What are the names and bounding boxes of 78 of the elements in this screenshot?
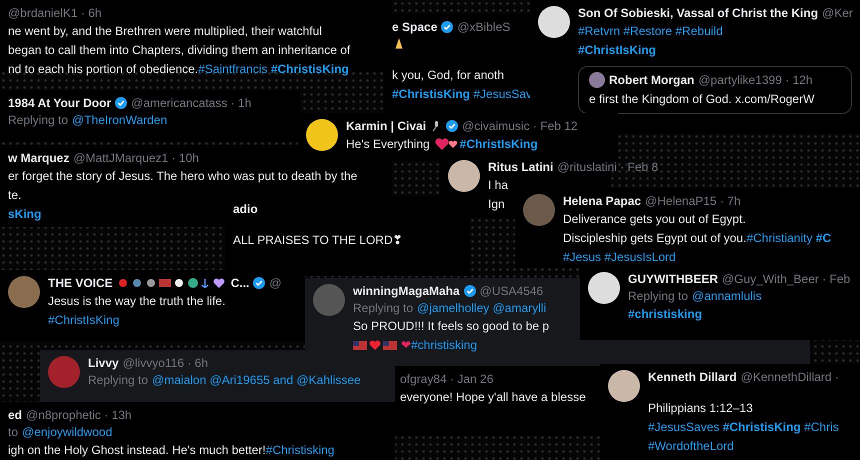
reply-label: Replying to <box>628 289 688 303</box>
display-name: GUYWITHBEER <box>628 272 718 286</box>
reply-label: Replying to <box>88 373 148 387</box>
display-name: Helena Papac <box>563 194 642 208</box>
post-text: He's Everything #ChristIsKing <box>346 136 538 152</box>
display-name: THE VOICE <box>48 276 113 290</box>
user-handle: @americancatass · 1h <box>131 96 252 110</box>
post-text: everyone! Hope y'all have a blesse <box>400 389 586 406</box>
user-handle: @rituslatini · Feb 8 <box>557 160 658 174</box>
hashtag-link[interactable]: #christisking <box>628 306 702 322</box>
display-name: winningMagaMaha <box>353 284 460 298</box>
display-name: Kenneth Dillard <box>648 370 737 384</box>
post-text: nd to each his portion of obedience.#Saintfrancis #ChristisKing <box>8 61 349 78</box>
avatar <box>589 72 605 88</box>
post-text: ❤#christisking <box>353 337 478 354</box>
post-text: e first the Kingdom of God. x.com/RogerW <box>589 91 816 108</box>
post-text: So PROUD!!! It feels so good to be p <box>353 318 550 334</box>
user-handle: @n8prophetic · 13h <box>26 408 132 422</box>
post-text: began to call them into Chapters, dividing them an inheritance of <box>8 42 350 58</box>
hashtag-link[interactable]: #WordoftheLord <box>648 438 734 455</box>
post-text: ne went by, and the Brethren were multiplied, their watchful <box>8 23 322 40</box>
display-name: Robert Morgan <box>609 73 694 88</box>
hashtag-link[interactable]: #Saintfrancis #ChristisKing <box>198 61 349 78</box>
display-name: 1984 At Your Door <box>8 96 112 110</box>
mention-link[interactable]: @enjoywildwood <box>22 425 112 439</box>
hashtag-link[interactable]: sKing <box>8 206 42 223</box>
post-text: Discipleship gets Egypt out of you.#Christianity #C <box>563 230 832 246</box>
mention-link[interactable]: @maialon @Ari19655 and @Kahlissee <box>152 373 361 387</box>
user-handle: @Guy_With_Beer · Feb <box>722 272 850 286</box>
post-text: igh on the Holy Ghost instead. He's much better!#Christisking <box>8 442 334 458</box>
user-handle: @brdanielK1 · 6h <box>8 6 102 20</box>
display-name: Son Of Sobieski, Vassal of Christ the King <box>578 6 818 20</box>
post-text: er forget the story of Jesus. The hero who was put to death by the <box>8 168 358 184</box>
post-text: k you, God, for anoth <box>392 67 504 84</box>
post-text: ALL PRAISES TO THE LORD❣ <box>233 232 403 248</box>
user-handle: @civaimusic · Feb 12 <box>462 119 578 133</box>
user-handle: @xBibleS <box>457 20 510 34</box>
user-handle: @Ker <box>822 6 853 20</box>
user-handle: @MattJMarquez1 · 10h <box>73 151 199 165</box>
hashtag-link[interactable]: #Christianity #C <box>746 230 832 246</box>
user-handle: @livvyo116 · 6h <box>122 356 208 370</box>
user-handle: @partylike1399 · 12h <box>698 73 813 88</box>
display-name: e Space <box>392 20 438 34</box>
reply-label: Replying to <box>353 301 414 315</box>
display-name-suffix: C... <box>230 276 250 290</box>
post-text: te. <box>8 187 22 204</box>
mention-link[interactable]: @annamlulis <box>692 289 762 303</box>
hashtag-link[interactable]: #Jesus #JesusIsLord <box>563 249 676 266</box>
display-name: w Marquez <box>8 151 70 165</box>
hashtag-link[interactable]: #ChristIsKing <box>48 312 120 328</box>
display-name: Livvy <box>88 356 119 370</box>
hearts-icon <box>434 138 460 150</box>
reply-label: to <box>8 425 18 439</box>
mention-link[interactable]: @jamelholley @amarylli <box>417 301 546 315</box>
user-handle: @KennethDillard · <box>740 370 839 384</box>
user-handle: ofgray84 · Jan 26 <box>400 372 494 386</box>
quoted-post[interactable]: Robert Morgan @partylike1399 · 12h e first the Kingdom of God. x.com/RogerW <box>578 66 852 114</box>
display-name: adio <box>233 202 258 216</box>
hashtag-link[interactable]: #JesusSaves #ChristisKing #Chris <box>648 419 839 436</box>
user-handle: @HelenaP15 · 7h <box>645 194 741 208</box>
post-text: Jesus is the way the truth the life. <box>48 293 226 310</box>
display-name: Ritus Latini <box>488 160 554 174</box>
hashtag-link[interactable]: #ChristisKing #JesusSav <box>392 86 532 102</box>
mention-link[interactable]: @TheIronWarden <box>72 113 168 127</box>
user-handle: @ <box>269 276 282 290</box>
post-text: Philippians 1:12–13 <box>648 400 753 416</box>
hashtag-link[interactable]: #christisking <box>411 337 478 354</box>
reply-label: Replying to <box>8 113 68 127</box>
hashtag-link[interactable]: #Retvrn #Restore #Rebuild <box>578 23 723 40</box>
post-text: Deliverance gets you out of Egypt. <box>563 211 746 228</box>
hashtag-link[interactable]: #Christisking <box>266 442 334 458</box>
post-text: I ha <box>488 177 508 194</box>
hashtag-link[interactable]: #ChristIsKing <box>578 42 656 58</box>
user-handle: @USA4546 <box>480 284 544 298</box>
post-text: Ign <box>488 196 505 212</box>
display-name: ed <box>8 408 22 422</box>
hashtag-link[interactable]: #ChristIsKing <box>460 136 538 152</box>
display-name: Karmin | Civai <box>346 119 426 133</box>
